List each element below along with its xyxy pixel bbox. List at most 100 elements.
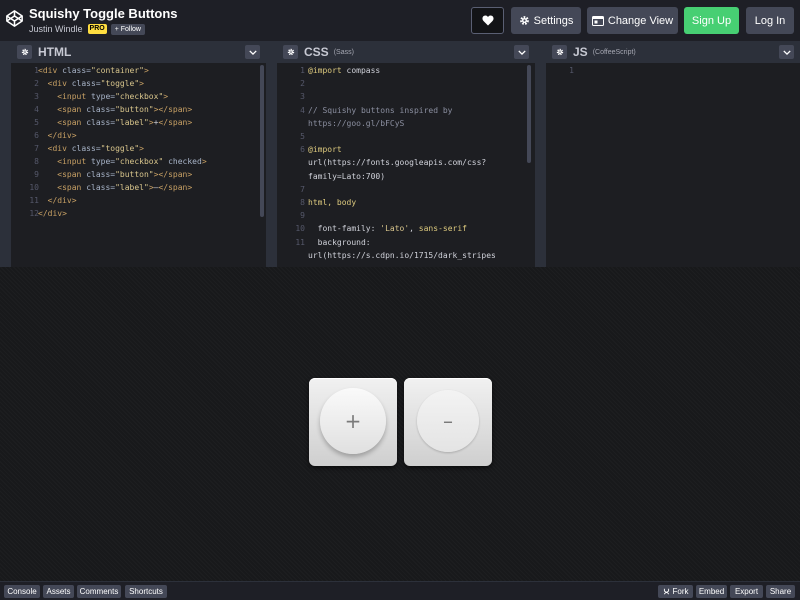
js-settings-button[interactable]	[552, 45, 567, 59]
code-line[interactable]: <span class="button"></span>	[38, 105, 192, 114]
minus-toggle-knob[interactable]: –	[417, 390, 479, 452]
code-line[interactable]: <input type="checkbox">	[38, 92, 168, 101]
chevron-down-icon	[248, 49, 257, 55]
line-number: 9	[300, 211, 305, 221]
top-bar: Squishy Toggle Buttons Justin Windle PRO…	[0, 0, 800, 41]
change-view-label: Change View	[607, 14, 674, 27]
code-line[interactable]: url(https://fonts.googleapis.com/css?	[308, 158, 486, 167]
settings-button[interactable]: Settings	[511, 7, 581, 34]
line-number: 10	[29, 183, 39, 192]
line-number: 10	[295, 224, 305, 234]
change-view-button[interactable]: Change View	[587, 7, 678, 34]
line-number: 9	[34, 170, 39, 179]
chevron-down-icon	[782, 49, 791, 55]
minus-toggle[interactable]: –	[404, 378, 492, 466]
gear-icon	[556, 48, 563, 56]
gear-icon	[287, 48, 294, 56]
embed-button[interactable]: Embed	[696, 585, 727, 598]
js-editor[interactable]: JS (CoffeeScript) 1	[546, 41, 800, 267]
layout-icon	[591, 15, 604, 26]
line-number: 1	[34, 66, 39, 75]
code-line[interactable]: <div class="toggle">	[38, 144, 144, 153]
line-number: 4	[300, 105, 305, 115]
log-in-button[interactable]: Log In	[746, 7, 794, 34]
fork-icon	[663, 588, 669, 595]
chevron-down-icon	[517, 49, 526, 55]
js-code[interactable]: 1	[546, 63, 800, 267]
code-line[interactable]: <span class="label">–</span>	[38, 183, 192, 192]
export-button[interactable]: Export	[730, 585, 763, 598]
code-line[interactable]: <div class="toggle">	[38, 79, 144, 88]
code-line[interactable]: @import	[308, 145, 342, 154]
code-line[interactable]: </div>	[38, 131, 77, 140]
line-number: 2	[300, 79, 305, 89]
plus-toggle-knob[interactable]: +	[320, 388, 386, 454]
code-line[interactable]: background:	[308, 238, 371, 247]
line-number: 8	[300, 198, 305, 207]
comments-button[interactable]: Comments	[77, 585, 121, 598]
html-editor[interactable]: HTML 1 <div class="container"> 2 <div clas…	[11, 41, 266, 267]
author-name[interactable]: Justin Windle	[29, 24, 83, 34]
css-editor[interactable]: CSS (Sass) 1 @import compass 2 3 4// Squishy…	[277, 41, 535, 267]
js-editor-header: JS (CoffeeScript)	[546, 41, 800, 63]
code-line[interactable]: <span class="label">+</span>	[38, 118, 192, 127]
code-line[interactable]: https://goo.gl/bFCyS	[308, 119, 404, 128]
line-number: 6	[34, 131, 39, 140]
codepen-logo-icon[interactable]	[6, 10, 23, 27]
gear-icon	[21, 48, 28, 56]
plus-label: +	[344, 409, 362, 433]
follow-button[interactable]: + Follow	[110, 23, 145, 35]
code-line[interactable]: <input type="checkbox" checked>	[38, 157, 206, 166]
code-line[interactable]: <span class="button"></span>	[38, 170, 192, 179]
line-number: 1	[300, 66, 305, 75]
css-editor-menu-button[interactable]	[514, 45, 529, 59]
console-button[interactable]: Console	[4, 585, 40, 598]
fork-button[interactable]: Fork	[658, 585, 693, 598]
html-scrollbar[interactable]	[260, 65, 264, 217]
js-preprocessor: (CoffeeScript)	[592, 48, 636, 56]
html-settings-button[interactable]	[17, 45, 32, 59]
assets-button[interactable]: Assets	[43, 585, 74, 598]
line-number: 5	[300, 132, 305, 141]
pen-title[interactable]: Squishy Toggle Buttons	[29, 6, 178, 21]
line-number: 7	[34, 144, 39, 153]
js-editor-title: JS	[573, 45, 588, 59]
editor-area: HTML 1 <div class="container"> 2 <div clas…	[0, 41, 800, 267]
js-editor-menu-button[interactable]	[779, 45, 794, 59]
love-button[interactable]	[471, 7, 504, 34]
code-line[interactable]: html, body	[308, 198, 356, 207]
line-number: 11	[295, 237, 305, 247]
author-row: Justin Windle PRO + Follow	[29, 23, 145, 35]
code-line[interactable]: family=Lato:700)	[308, 172, 385, 181]
html-editor-menu-button[interactable]	[245, 45, 260, 59]
plus-toggle[interactable]: +	[309, 378, 397, 466]
line-number: 5	[34, 118, 39, 127]
html-editor-title: HTML	[38, 45, 72, 59]
code-line[interactable]: <div class="container">	[38, 66, 149, 75]
code-line[interactable]: url(https://s.cdpn.io/1715/dark_stripes	[308, 251, 496, 260]
fork-label: Fork	[672, 587, 689, 596]
minus-label: –	[443, 409, 453, 433]
heart-icon	[481, 15, 494, 26]
html-code[interactable]: 1 <div class="container"> 2 <div class="to…	[11, 63, 266, 267]
css-settings-button[interactable]	[283, 45, 298, 59]
share-button[interactable]: Share	[766, 585, 795, 598]
shortcuts-button[interactable]: Shortcuts	[125, 585, 167, 598]
sign-up-button[interactable]: Sign Up	[684, 7, 739, 34]
code-line[interactable]: </div>	[38, 209, 67, 218]
css-code[interactable]: 1 @import compass 2 3 4// Squishy buttons in…	[277, 63, 535, 267]
code-line[interactable]: font-family: 'Lato', sans-serif	[308, 224, 467, 233]
code-line[interactable]: // Squishy buttons inspired by	[308, 106, 453, 115]
css-editor-header: CSS (Sass)	[277, 41, 535, 63]
settings-label: Settings	[533, 14, 574, 27]
code-line[interactable]: </div>	[38, 196, 77, 205]
pro-badge: PRO	[87, 24, 107, 34]
line-number: 8	[34, 157, 39, 166]
css-scrollbar[interactable]	[527, 65, 531, 163]
line-number: 12	[29, 209, 39, 218]
html-editor-header: HTML	[11, 41, 266, 63]
result-preview: + –	[0, 267, 800, 581]
line-number: 4	[34, 105, 39, 114]
code-line[interactable]: @import compass	[308, 66, 380, 75]
bottom-bar: Console Assets Comments Shortcuts Fork E…	[0, 581, 800, 600]
